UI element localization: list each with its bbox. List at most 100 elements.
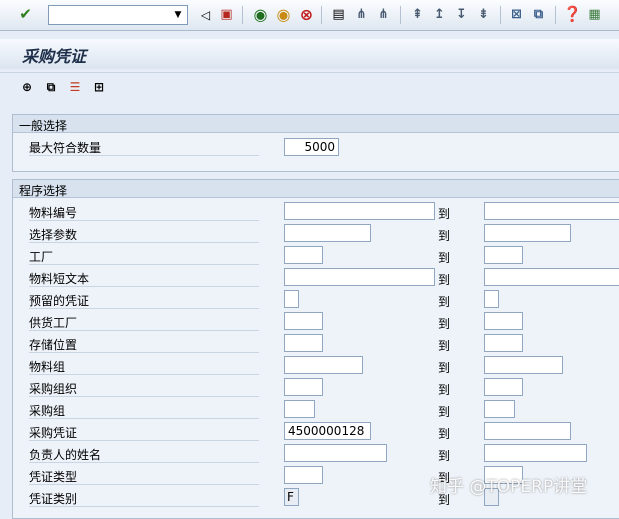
from-field[interactable] — [284, 268, 435, 286]
to-label: 到 — [438, 273, 451, 287]
from-field[interactable] — [284, 378, 323, 396]
from-field[interactable] — [284, 444, 387, 462]
from-field[interactable]: F — [284, 488, 299, 506]
selection-row-short-text: 物料短文本 到 — [13, 266, 619, 288]
from-field[interactable] — [284, 290, 299, 308]
to-field[interactable] — [484, 202, 619, 220]
row-label: 物料编号 — [29, 203, 259, 221]
toolbar-separator — [500, 6, 501, 24]
toolbar-separator — [321, 6, 322, 24]
cancel-icon[interactable]: ⊗ — [297, 5, 316, 24]
row-label: 供货工厂 — [29, 313, 259, 331]
to-label: 到 — [438, 405, 451, 419]
shortcut-icon[interactable]: ⧉ — [529, 5, 548, 24]
row-label: 凭证类别 — [29, 489, 259, 507]
selection-row-purchasing-org: 采购组织 到 — [13, 376, 619, 398]
print-icon[interactable]: ▤ — [329, 5, 348, 24]
last-page-icon[interactable]: ⇟ — [474, 5, 493, 24]
save-icon[interactable]: ▣ — [217, 5, 236, 24]
selection-row-storage-location: 存储位置 到 — [13, 332, 619, 354]
to-label: 到 — [438, 383, 451, 397]
application-toolbar: ⊕ ⧉ ☰ ⊞ — [0, 72, 619, 101]
from-field[interactable] — [284, 224, 371, 242]
to-field[interactable] — [484, 334, 523, 352]
to-field[interactable] — [484, 224, 571, 242]
to-label: 到 — [438, 361, 451, 375]
max-hits-field[interactable]: 5000 — [284, 138, 339, 156]
selection-row-purchasing-group: 采购组 到 — [13, 398, 619, 420]
from-field[interactable] — [284, 400, 315, 418]
from-field[interactable]: 4500000128 — [284, 422, 371, 440]
row-label: 物料短文本 — [29, 269, 259, 287]
layout-icon[interactable]: ▦ — [585, 5, 604, 24]
to-field[interactable] — [484, 444, 587, 462]
to-field[interactable] — [484, 268, 619, 286]
enter-check-icon[interactable]: ✔ — [16, 5, 35, 24]
back-icon[interactable]: ◉ — [251, 5, 270, 24]
to-field[interactable] — [484, 356, 563, 374]
to-label: 到 — [438, 449, 451, 463]
back-arrow-small-icon[interactable]: ◁ — [196, 5, 215, 24]
to-field[interactable] — [484, 378, 523, 396]
chevron-down-icon[interactable]: ▼ — [170, 7, 186, 23]
group-header: 程序选择 — [13, 180, 619, 198]
command-field[interactable]: ▼ — [48, 5, 188, 25]
help-icon[interactable]: ❓ — [563, 5, 582, 24]
row-label: 采购组 — [29, 401, 259, 419]
selection-row-plant: 工厂 到 — [13, 244, 619, 266]
to-label: 到 — [438, 251, 451, 265]
multiple-selection-icon[interactable]: ⊞ — [90, 78, 108, 96]
from-field[interactable] — [284, 466, 323, 484]
to-field[interactable] — [484, 400, 515, 418]
from-field[interactable] — [284, 202, 435, 220]
variant-icon[interactable]: ⧉ — [42, 78, 60, 96]
toolbar-separator — [400, 6, 401, 24]
exit-icon[interactable]: ◉ — [274, 5, 293, 24]
system-toolbar: ✔ ▼ ◁ ▣ ◉ ◉ ⊗ ▤ ⋔ ⋔ ⇞ ↥ ↧ ⇟ ⊠ ⧉ ❓ ▦ — [0, 0, 619, 31]
to-field[interactable] — [484, 422, 571, 440]
find-next-icon[interactable]: ⋔ — [374, 5, 393, 24]
max-hits-label: 最大符合数量 — [29, 138, 259, 156]
selection-row-material-group: 物料组 到 — [13, 354, 619, 376]
to-field[interactable] — [484, 246, 523, 264]
row-label: 预留的凭证 — [29, 291, 259, 309]
next-page-icon[interactable]: ↧ — [452, 5, 471, 24]
new-session-icon[interactable]: ⊠ — [507, 5, 526, 24]
row-label: 采购凭证 — [29, 423, 259, 441]
row-label: 采购组织 — [29, 379, 259, 397]
to-label: 到 — [438, 229, 451, 243]
row-label: 选择参数 — [29, 225, 259, 243]
watermark: 知乎 @TOPERP讲堂 — [430, 477, 588, 497]
row-label: 凭证类型 — [29, 467, 259, 485]
group-title: 一般选择 — [19, 119, 68, 133]
selection-row-selection-parameter: 选择参数 到 — [13, 222, 619, 244]
row-label: 物料组 — [29, 357, 259, 375]
selection-options-icon[interactable]: ☰ — [66, 78, 84, 96]
group-title: 程序选择 — [19, 184, 68, 198]
page-title: 采购凭证 — [22, 47, 87, 66]
to-label: 到 — [438, 317, 451, 331]
max-hits-row: 最大符合数量 5000 — [13, 135, 619, 157]
selection-row-reserved-document: 预留的凭证 到 — [13, 288, 619, 310]
find-icon[interactable]: ⋔ — [352, 5, 371, 24]
row-label: 负责人的姓名 — [29, 445, 259, 463]
row-label: 工厂 — [29, 247, 259, 265]
to-field[interactable] — [484, 312, 523, 330]
from-field[interactable] — [284, 334, 323, 352]
to-label: 到 — [438, 207, 451, 221]
selection-row-supplying-plant: 供货工厂 到 — [13, 310, 619, 332]
first-page-icon[interactable]: ⇞ — [408, 5, 427, 24]
selection-row-responsible-name: 负责人的姓名 到 — [13, 442, 619, 464]
previous-page-icon[interactable]: ↥ — [430, 5, 449, 24]
to-label: 到 — [438, 339, 451, 353]
program-selection-group: 程序选择 物料编号 到 选择参数 到 工厂 到 物料短文本 到 预留的凭证 到 … — [12, 179, 619, 519]
row-label: 存储位置 — [29, 335, 259, 353]
command-input[interactable] — [51, 7, 169, 23]
to-label: 到 — [438, 427, 451, 441]
from-field[interactable] — [284, 246, 323, 264]
execute-icon[interactable]: ⊕ — [18, 78, 36, 96]
from-field[interactable] — [284, 312, 323, 330]
to-field[interactable] — [484, 290, 499, 308]
toolbar-separator — [555, 6, 556, 24]
from-field[interactable] — [284, 356, 363, 374]
